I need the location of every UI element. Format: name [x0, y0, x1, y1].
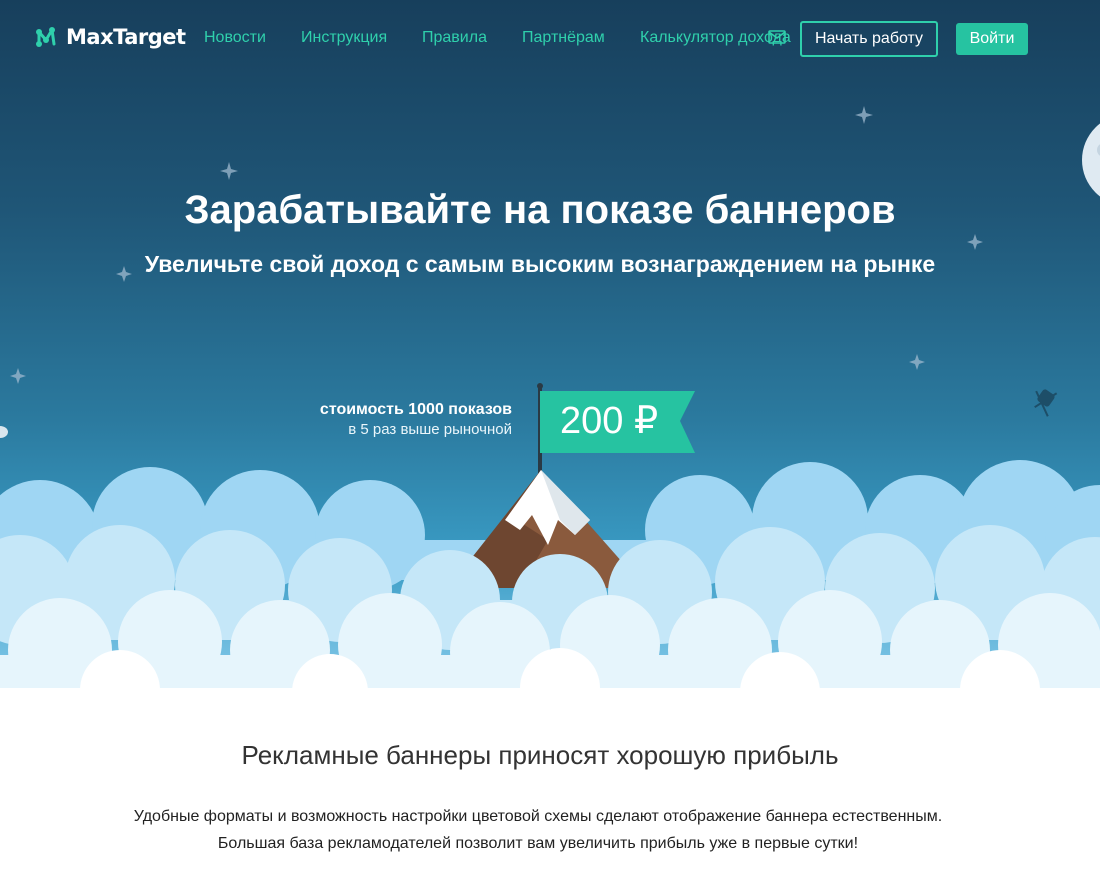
cost-line-1: стоимость 1000 показов [319, 401, 512, 418]
envelope-icon[interactable] [768, 30, 786, 44]
cost-info: стоимость 1000 показов в 5 раз выше рыно… [250, 400, 512, 439]
star-icon [220, 162, 238, 180]
hero-title: Зарабатывайте на показе баннеров [184, 188, 896, 232]
logo-icon [36, 27, 56, 47]
star-icon [909, 354, 925, 370]
star-icon [855, 106, 873, 124]
logo-text: MaxTarget [66, 25, 186, 49]
nav-link-news[interactable]: Новости [204, 29, 266, 47]
nav-link-rules[interactable]: Правила [422, 29, 487, 47]
nav-link-instructions[interactable]: Инструкция [301, 29, 387, 47]
star-icon [10, 368, 26, 384]
hero-subtitle: Увеличьте свой доход с самым высоким воз… [144, 251, 936, 277]
cost-line-2: в 5 раз выше рыночной [348, 421, 512, 438]
login-button[interactable]: Войти [956, 23, 1028, 55]
section-paragraph-1: Удобные форматы и возможность настройки … [133, 808, 943, 825]
start-work-button[interactable]: Начать работу [800, 21, 938, 57]
small-planet-icon [0, 426, 8, 438]
star-icon [967, 234, 983, 250]
section-paragraph-2: Большая база рекламодателей позволит вам… [217, 835, 859, 852]
logo[interactable]: MaxTarget [36, 24, 186, 50]
page: MaxTarget Новости Инструкция Правила Пар… [0, 0, 1100, 888]
hero-section: MaxTarget Новости Инструкция Правила Пар… [0, 0, 1100, 700]
planet-icon [1082, 123, 1100, 197]
section-title: Рекламные баннеры приносят хорошую прибы… [241, 740, 839, 770]
nav-link-partners[interactable]: Партнёрам [522, 29, 605, 47]
hero-illustration [0, 106, 1100, 700]
price-value: 200 ₽ [560, 400, 659, 442]
satellite-icon [1034, 389, 1058, 417]
stars [10, 106, 983, 384]
site-header: MaxTarget Новости Инструкция Правила Пар… [0, 0, 1100, 78]
